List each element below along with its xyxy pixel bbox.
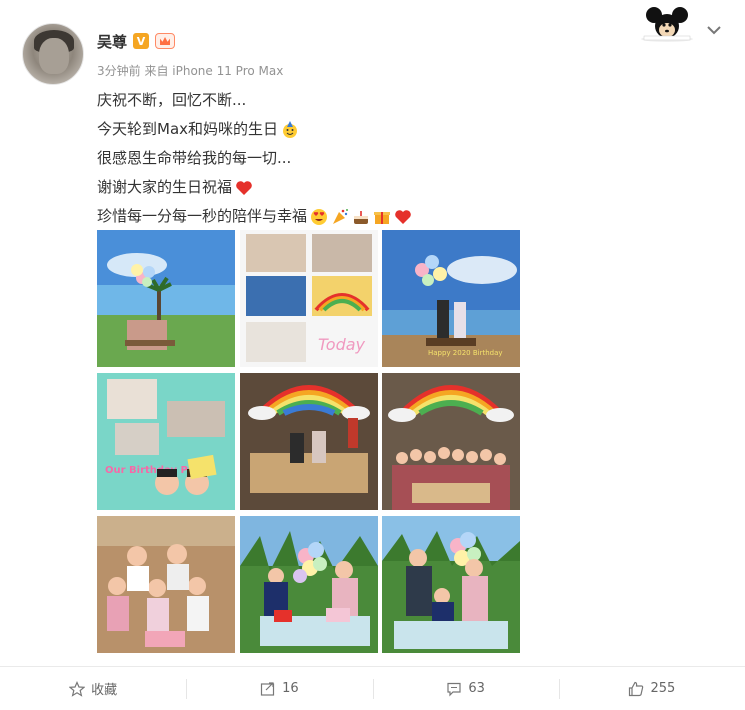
red-heart-emoji — [395, 209, 411, 224]
post-line-2: 今天轮到Max和妈咪的生日 — [97, 115, 412, 144]
party-popper-emoji — [333, 208, 349, 224]
gift-emoji — [374, 211, 391, 224]
photo-caption-today: Today — [318, 335, 366, 354]
vip-crown-badge-icon — [155, 33, 176, 49]
photo-6-group-rainbow[interactable] — [382, 373, 520, 510]
post-meta: 3分钟前 来自 iPhone 11 Pro Max — [97, 64, 284, 78]
photo-7-family-indoor[interactable] — [97, 516, 235, 653]
cake-emoji — [354, 210, 369, 224]
favorite-button[interactable]: 收藏 — [0, 667, 186, 710]
post-line-1: 庆祝不断，回忆不断... — [97, 91, 247, 109]
avatar[interactable] — [22, 23, 84, 85]
mickey-decoration-icon — [641, 7, 693, 42]
red-heart-emoji — [236, 180, 252, 195]
birthday-face-emoji — [283, 120, 298, 138]
heart-eyes-emoji — [311, 208, 328, 225]
photo-grid: Today Happy 2020 Birthday Our Birthday — [97, 230, 520, 653]
action-bar: 收藏 16 63 255 — [0, 666, 745, 710]
photo-9-family-outdoor[interactable] — [382, 516, 520, 653]
author-name[interactable]: 吴尊 — [97, 31, 127, 52]
repost-icon — [260, 681, 275, 696]
repost-button[interactable]: 16 — [186, 667, 372, 710]
star-icon — [69, 680, 86, 697]
photo-3-beach-couple[interactable]: Happy 2020 Birthday — [382, 230, 520, 367]
photo-4-party-poster[interactable]: Our Birthday Party — [97, 373, 235, 510]
like-button[interactable]: 255 — [558, 667, 745, 710]
photo-caption-happy-birthday: Happy 2020 Birthday — [428, 349, 503, 357]
comment-icon — [447, 682, 461, 696]
author-row: 吴尊 V — [97, 31, 176, 52]
photo-5-rainbow-party[interactable] — [240, 373, 378, 510]
post-line-5: 珍惜每一分每一秒的陪伴与幸福 — [97, 202, 412, 231]
chevron-down-icon[interactable] — [704, 20, 724, 40]
thumbs-up-icon — [629, 681, 644, 696]
comment-button[interactable]: 63 — [372, 667, 559, 710]
post-line-3: 很感恩生命带给我的每一切... — [97, 149, 292, 167]
photo-8-outdoor-balloons[interactable] — [240, 516, 378, 653]
post-line-4: 谢谢大家的生日祝福 — [97, 173, 412, 202]
repost-count: 16 — [282, 681, 299, 696]
like-count: 255 — [650, 681, 676, 696]
comment-count: 63 — [468, 681, 485, 696]
weibo-post-card: 吴尊 V 3分钟前 来自 iPhone 11 Pro Max 庆祝不断，回忆不断… — [0, 0, 745, 710]
favorite-label: 收藏 — [91, 683, 118, 698]
photo-2-cake-collage[interactable]: Today — [240, 230, 378, 367]
post-text: 庆祝不断，回忆不断... 今天轮到Max和妈咪的生日 很感恩生命带给我的每一切.… — [97, 86, 412, 231]
photo-1-beach-balloons[interactable] — [97, 230, 235, 367]
verified-v-badge-icon: V — [133, 33, 150, 49]
